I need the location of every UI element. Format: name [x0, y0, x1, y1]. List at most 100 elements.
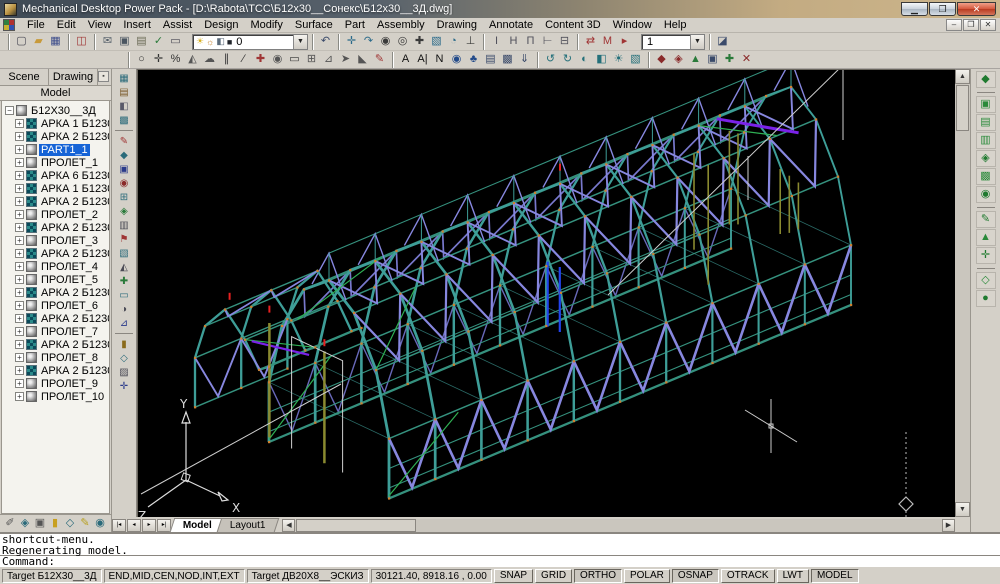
command-window[interactable]: shortcut-menu.Regenerating model. Comman…	[0, 532, 1000, 566]
tab-layout1[interactable]: Layout1	[217, 518, 279, 532]
close-button[interactable]: ✕	[957, 2, 996, 16]
menu-assist[interactable]: Assist	[157, 18, 198, 33]
iso-view-button[interactable]: ◈	[976, 150, 996, 167]
spell-check-button[interactable]: ♣	[465, 52, 482, 68]
am-delete-button[interactable]: ✕	[738, 52, 755, 68]
extrude-button[interactable]: ⊞	[115, 190, 133, 204]
text-single-button[interactable]: A	[397, 52, 414, 68]
sketch-button[interactable]: ✎	[115, 134, 133, 148]
scale-combo[interactable]: 1▼	[641, 34, 705, 50]
revolve-button[interactable]: ◈	[115, 204, 133, 218]
power-pencil-button[interactable]: ✎	[371, 52, 388, 68]
work-point-button[interactable]: ⊿	[115, 316, 133, 330]
power-move-button[interactable]: ✛	[150, 52, 167, 68]
power-wedge-button[interactable]: ⊿	[320, 52, 337, 68]
desktop-options-button[interactable]: ◇	[63, 516, 77, 531]
am-part-button[interactable]: ◆	[653, 52, 670, 68]
power-corner-button[interactable]: ◣	[354, 52, 371, 68]
power-rect-button[interactable]: ▭	[286, 52, 303, 68]
chamfer-3d-button[interactable]: ▧	[115, 246, 133, 260]
render-button[interactable]: ◧	[593, 52, 610, 68]
expand-icon[interactable]: +	[15, 236, 24, 245]
tree-item-арка-2-б1230_8[interactable]: +АРКА 2 Б1230_8	[15, 338, 110, 351]
tree-item-арка-2-б1230_3[interactable]: +АРКА 2 Б1230_3	[15, 221, 110, 234]
menu-help[interactable]: Help	[658, 18, 693, 33]
expand-icon[interactable]: +	[15, 340, 24, 349]
vertical-scrollbar[interactable]: ▲ ▼	[955, 69, 970, 517]
annotate-view-button[interactable]: ✎	[976, 211, 996, 228]
power-revcloud-button[interactable]: ☁	[201, 52, 218, 68]
toggle-grid[interactable]: GRID	[535, 569, 572, 583]
expand-icon[interactable]: +	[15, 249, 24, 258]
fillet-3d-button[interactable]: ⚑	[115, 232, 133, 246]
toggle-otrack[interactable]: OTRACK	[721, 569, 775, 583]
expand-icon[interactable]: +	[15, 262, 24, 271]
prev-tab-button[interactable]: ◂	[127, 519, 141, 532]
toggle-snap[interactable]: SNAP	[494, 569, 533, 583]
text-style-button[interactable]: N	[431, 52, 448, 68]
scroll-right-arrow[interactable]: ▶	[942, 519, 955, 532]
scale-combo-dropdown-arrow[interactable]: ▼	[690, 35, 704, 49]
power-scale-button[interactable]: %	[167, 52, 184, 68]
beam-calculation-button[interactable]: I	[488, 34, 505, 50]
menu-part[interactable]: Part	[339, 18, 371, 33]
tree-item-арка-2-б1230_7[interactable]: +АРКА 2 Б1230_7	[15, 312, 110, 325]
tree-item-пролет_6[interactable]: +ПРОЛЕТ_6	[15, 299, 110, 312]
expand-icon[interactable]: +	[15, 197, 24, 206]
mdi-close-button[interactable]: ✕	[980, 19, 996, 31]
expand-icon[interactable]: +	[15, 132, 24, 141]
menu-design[interactable]: Design	[198, 18, 244, 33]
tab-scene[interactable]: Scene	[0, 69, 49, 85]
expand-icon[interactable]: +	[15, 223, 24, 232]
new-view-button[interactable]: ◆	[976, 71, 996, 88]
layer-combo[interactable]: ☀☼◧■0▼	[192, 34, 308, 50]
tree-item-пролет_2[interactable]: +ПРОЛЕТ_2	[15, 208, 110, 221]
zoom-realtime-button[interactable]: ◉	[377, 34, 394, 50]
tree-item-пролет_4[interactable]: +ПРОЛЕТ_4	[15, 260, 110, 273]
tree-item-арка-1-б1230_2[interactable]: +АРКА 1 Б1230_2	[15, 182, 110, 195]
toggle-model[interactable]: MODEL	[811, 569, 859, 583]
mechanical-options-button[interactable]: ◫	[73, 34, 90, 50]
power-cross-button[interactable]: ✚	[252, 52, 269, 68]
combine-button[interactable]: ✚	[115, 274, 133, 288]
horizontal-scrollbar[interactable]: ◀ ▶	[282, 519, 955, 532]
section-view-button[interactable]: ▩	[976, 168, 996, 185]
menu-insert[interactable]: Insert	[117, 18, 157, 33]
work-axis-button[interactable]: ◑	[115, 302, 133, 316]
new-file-button[interactable]: ▢	[13, 34, 30, 50]
constrain-button[interactable]: ▣	[115, 162, 133, 176]
catalog-button[interactable]: ▣	[33, 516, 47, 531]
minimize-button[interactable]: ▁	[901, 2, 928, 16]
maximize-button[interactable]: ❐	[929, 2, 956, 16]
support-condition-button[interactable]: ⊢	[539, 34, 556, 50]
am-update-button[interactable]: ▲	[687, 52, 704, 68]
drawing-viewport[interactable]: YXZ	[137, 69, 955, 517]
toolbody-button[interactable]: ▮	[115, 337, 133, 351]
tree-item-арка-1-б1230_1[interactable]: +АРКА 1 Б1230_1	[15, 117, 110, 130]
horizontal-scroll-thumb[interactable]	[296, 519, 416, 532]
tree-item-арка-2-б1230_1[interactable]: +АРКА 2 Б1230_1	[15, 130, 110, 143]
tree-item-пролет_3[interactable]: +ПРОЛЕТ_3	[15, 234, 110, 247]
match-properties-button[interactable]: ✓	[150, 34, 167, 50]
mdi-minimize-button[interactable]: –	[946, 19, 962, 31]
front-view-button[interactable]: ▣	[976, 96, 996, 113]
layer-combo-dropdown-arrow[interactable]: ▼	[293, 35, 307, 49]
expand-icon[interactable]: +	[15, 314, 24, 323]
layer-manager-button[interactable]: ▦	[115, 71, 133, 85]
power-copy-button[interactable]: ⇄	[582, 34, 599, 50]
toggle-polar[interactable]: POLAR	[624, 569, 670, 583]
pattern-button[interactable]: ▨	[115, 365, 133, 379]
toggle-osnap[interactable]: OSNAP	[672, 569, 719, 583]
layer-iso-button[interactable]: ▩	[115, 113, 133, 127]
power-node-button[interactable]: ◉	[269, 52, 286, 68]
copy-clip-button[interactable]: ▣	[116, 34, 133, 50]
tree-item-part1_1[interactable]: +PART1_1	[15, 143, 110, 156]
world-button[interactable]: ◉	[93, 516, 107, 531]
expand-icon[interactable]: +	[15, 275, 24, 284]
regen-button[interactable]: ↷	[360, 34, 377, 50]
status-coordinates[interactable]: 30121.40, 8918.16 , 0.00	[371, 569, 492, 583]
etransmit-button[interactable]: ✉	[99, 34, 116, 50]
am-catalog-button[interactable]: ▣	[704, 52, 721, 68]
tree-item-пролет_7[interactable]: +ПРОЛЕТ_7	[15, 325, 110, 338]
expand-icon[interactable]: +	[15, 353, 24, 362]
